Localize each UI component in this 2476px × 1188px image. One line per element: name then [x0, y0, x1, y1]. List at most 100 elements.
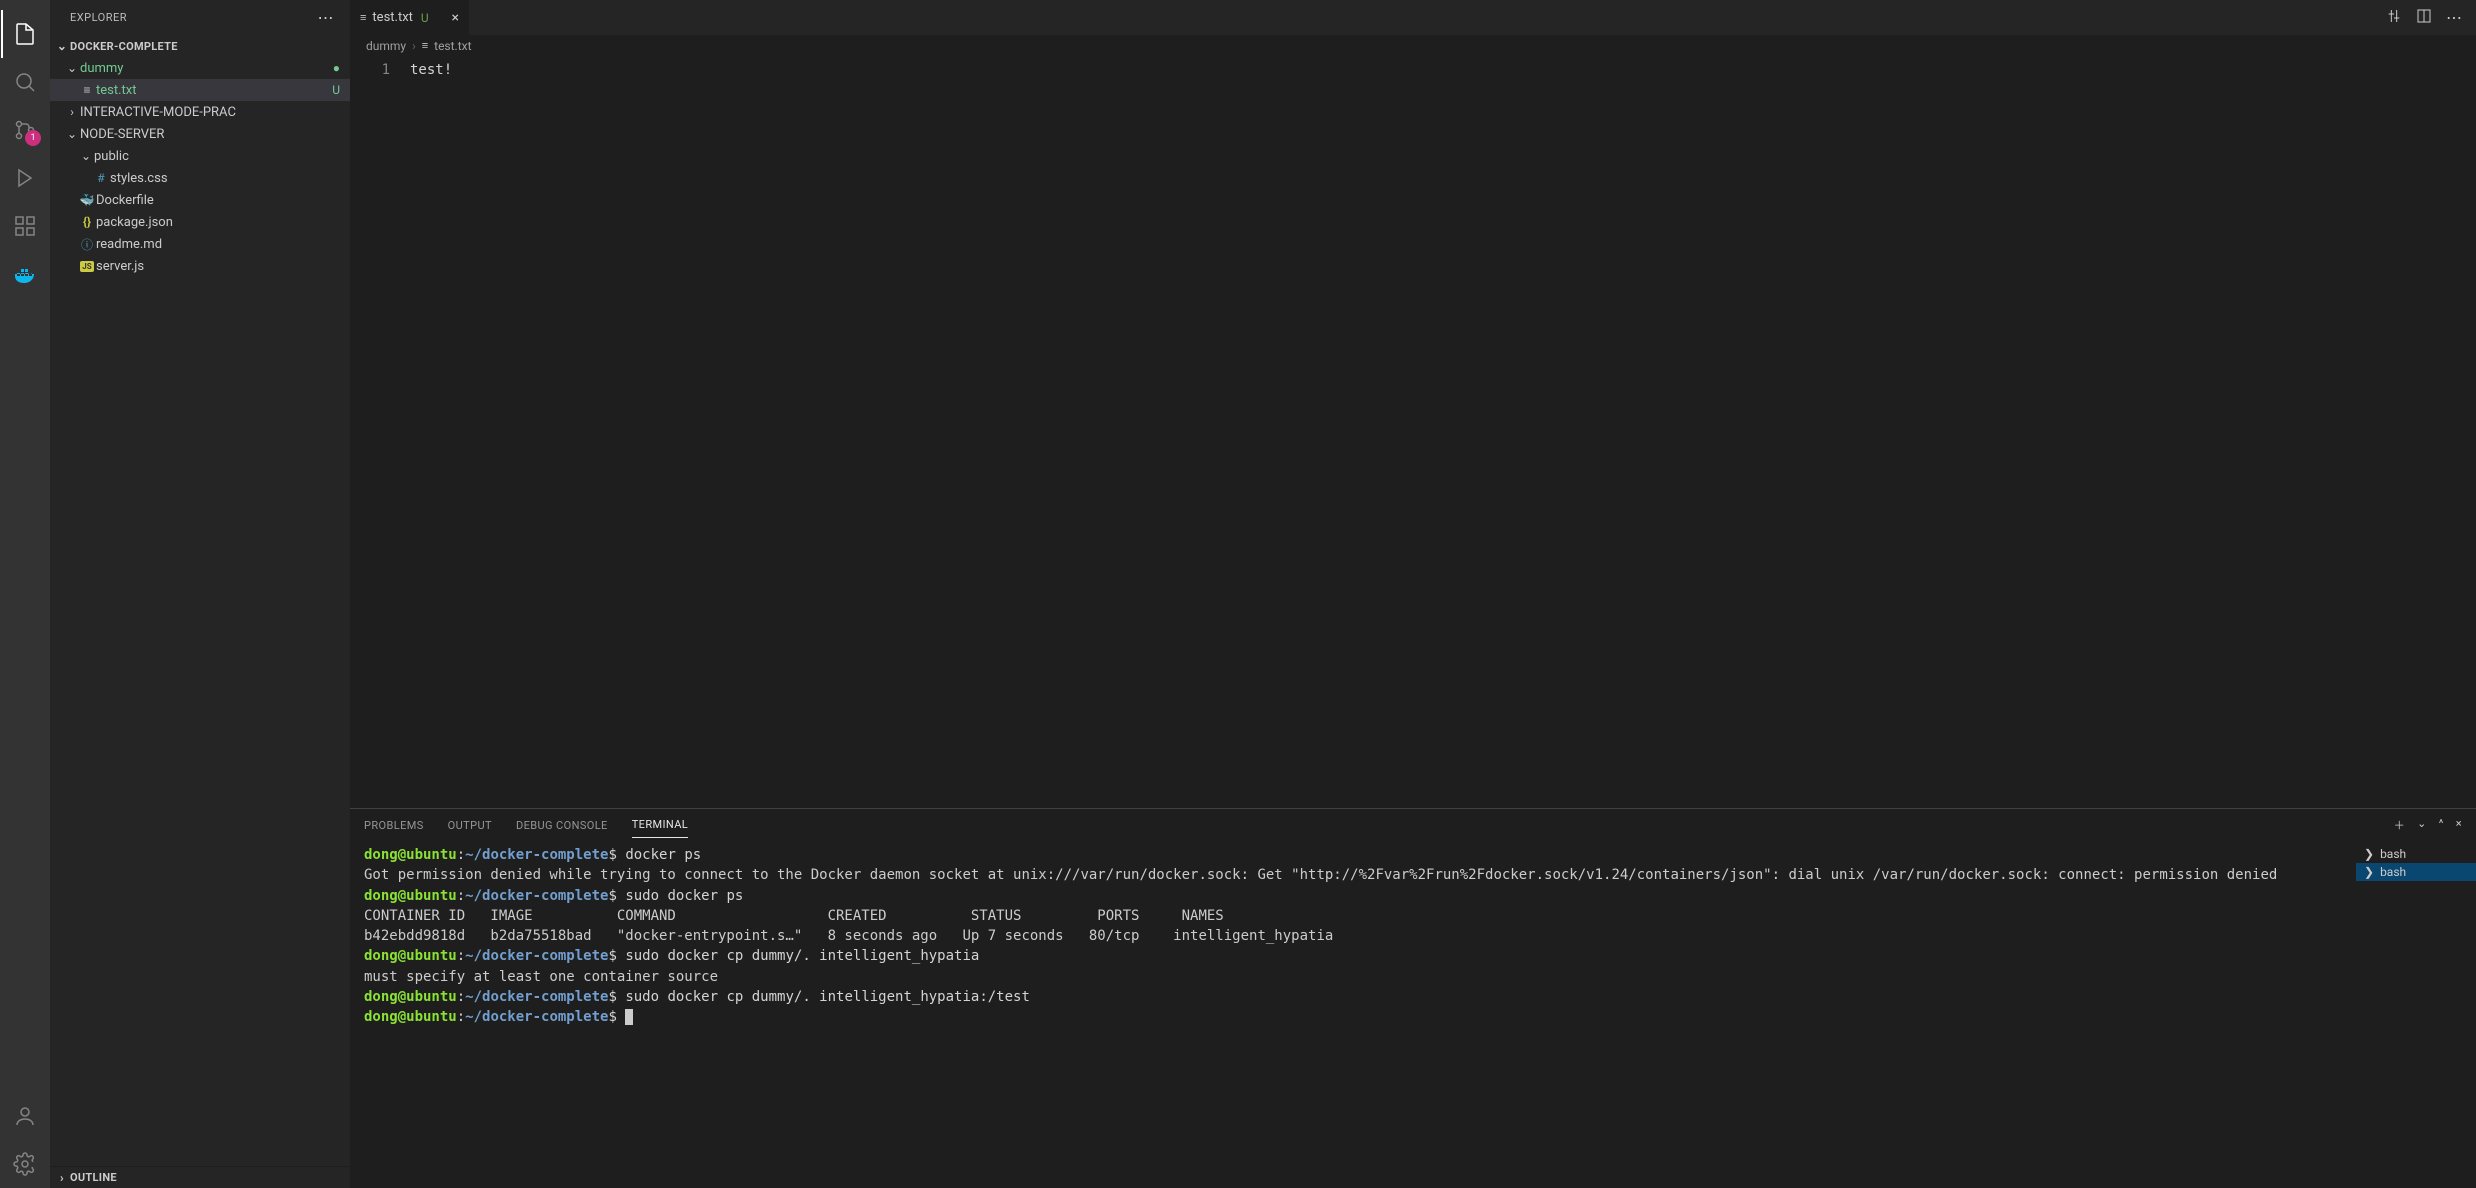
tab-terminal[interactable]: TERMINAL	[632, 812, 688, 838]
chevron-right-icon: ›	[54, 1171, 70, 1185]
file-label: readme.md	[96, 237, 340, 252]
terminal-name: bash	[2380, 865, 2406, 879]
line-number: 1	[350, 61, 390, 80]
folder-label: public	[94, 149, 340, 164]
file-label: styles.css	[110, 171, 340, 186]
terminal-list-item[interactable]: ❯ bash	[2356, 845, 2476, 863]
terminal-output: b42ebdd9818d b2da75518bad "docker-entryp…	[364, 928, 1333, 944]
terminal-view[interactable]: dong@ubuntu:~/docker-complete$ docker ps…	[350, 841, 2356, 1188]
prompt-user: dong@ubuntu	[364, 989, 457, 1005]
main-area: ≡ test.txt U × ⋯ dummy › ≡ test.txt	[350, 0, 2476, 1188]
source-control-icon[interactable]: 1	[1, 106, 49, 154]
file-package-json[interactable]: {} package.json	[50, 211, 350, 233]
tab-debug-console[interactable]: DEBUG CONSOLE	[516, 813, 608, 838]
compare-changes-icon[interactable]	[2386, 8, 2402, 28]
prompt-user: dong@ubuntu	[364, 1009, 457, 1025]
scm-badge: 1	[25, 130, 41, 146]
prompt-path: ~/docker-complete	[465, 948, 608, 964]
editor-actions: ⋯	[2372, 0, 2476, 35]
terminal-cmd: sudo docker cp dummy/. intelligent_hypat…	[617, 989, 1030, 1005]
folder-node-server[interactable]: ⌄ NODE-SERVER	[50, 123, 350, 145]
chevron-down-icon: ⌄	[54, 39, 70, 53]
more-actions-icon[interactable]: ⋯	[2446, 8, 2462, 27]
prompt-path: ~/docker-complete	[465, 847, 608, 863]
app-root: 1 EXPLORER ⋯ ⌄ DOCKER-COMPLETE	[0, 0, 2476, 1188]
chevron-right-icon: ›	[412, 39, 416, 53]
prompt-user: dong@ubuntu	[364, 888, 457, 904]
close-icon[interactable]: ×	[452, 10, 459, 26]
css-file-icon: #	[92, 171, 110, 185]
js-file-icon: JS	[78, 261, 96, 272]
git-untracked-badge: U	[332, 83, 340, 97]
settings-gear-icon[interactable]	[1, 1140, 49, 1188]
chevron-down-icon: ⌄	[78, 149, 94, 163]
sidebar-header: EXPLORER ⋯	[50, 0, 350, 35]
folder-interactive-mode-prac[interactable]: › INTERACTIVE-MODE-PRAC	[50, 101, 350, 123]
explorer-icon[interactable]	[1, 10, 49, 58]
tab-test-txt[interactable]: ≡ test.txt U ×	[350, 0, 470, 35]
breadcrumbs[interactable]: dummy › ≡ test.txt	[350, 35, 2476, 57]
bottom-panel: PROBLEMS OUTPUT DEBUG CONSOLE TERMINAL ＋…	[350, 808, 2476, 1188]
info-file-icon: ⓘ	[78, 236, 96, 253]
folder-dummy[interactable]: ⌄ dummy ●	[50, 57, 350, 79]
terminal-dropdown-icon[interactable]: ⌄	[2417, 817, 2427, 833]
split-editor-icon[interactable]	[2416, 8, 2432, 28]
panel-actions: ＋ ⌄ ^ ×	[2394, 817, 2462, 833]
editor-content[interactable]: test!	[410, 57, 2476, 808]
panel-body: dong@ubuntu:~/docker-complete$ docker ps…	[350, 841, 2476, 1188]
extensions-icon[interactable]	[1, 202, 49, 250]
prompt-path: ~/docker-complete	[465, 888, 608, 904]
maximize-panel-icon[interactable]: ^	[2439, 817, 2444, 833]
terminal-cmd: sudo docker cp dummy/. intelligent_hypat…	[617, 948, 979, 964]
prompt-path: ~/docker-complete	[465, 1009, 608, 1025]
folder-public[interactable]: ⌄ public	[50, 145, 350, 167]
git-untracked-badge: U	[421, 11, 429, 25]
docker-icon[interactable]	[1, 250, 49, 298]
terminal-list: ❯ bash ❯ bash	[2356, 841, 2476, 1188]
editor[interactable]: 1 test!	[350, 57, 2476, 808]
breadcrumb-folder[interactable]: dummy	[366, 39, 406, 53]
terminal-name: bash	[2380, 847, 2406, 861]
terminal-output: CONTAINER ID IMAGE COMMAND CREATED STATU…	[364, 908, 1224, 924]
activity-bar: 1	[0, 0, 50, 1188]
new-terminal-icon[interactable]: ＋	[2394, 817, 2405, 833]
folder-label: dummy	[80, 61, 333, 76]
docker-file-icon: 🐳	[78, 193, 96, 207]
tab-problems[interactable]: PROBLEMS	[364, 813, 424, 838]
prompt-user: dong@ubuntu	[364, 847, 457, 863]
file-test-txt[interactable]: ≡ test.txt U	[50, 79, 350, 101]
chevron-down-icon: ⌄	[64, 61, 80, 75]
accounts-icon[interactable]	[1, 1092, 49, 1140]
outline-section-header[interactable]: › OUTLINE	[50, 1166, 350, 1188]
run-debug-icon[interactable]	[1, 154, 49, 202]
tab-label: test.txt	[372, 10, 413, 25]
file-readme-md[interactable]: ⓘ readme.md	[50, 233, 350, 255]
breadcrumb-file[interactable]: test.txt	[434, 39, 471, 53]
file-styles-css[interactable]: # styles.css	[50, 167, 350, 189]
tab-output[interactable]: OUTPUT	[448, 813, 492, 838]
sidebar: EXPLORER ⋯ ⌄ DOCKER-COMPLETE ⌄ dummy ● ≡…	[50, 0, 350, 1188]
search-icon[interactable]	[1, 58, 49, 106]
terminal-shell-icon: ❯	[2364, 847, 2374, 861]
editor-line: test!	[410, 61, 2476, 80]
file-label: Dockerfile	[96, 193, 340, 208]
terminal-cmd	[617, 1009, 625, 1025]
chevron-right-icon: ›	[64, 105, 80, 119]
project-section-header[interactable]: ⌄ DOCKER-COMPLETE	[50, 35, 350, 57]
terminal-list-item[interactable]: ❯ bash	[2356, 863, 2476, 881]
close-panel-icon[interactable]: ×	[2456, 817, 2462, 833]
json-file-icon: {}	[78, 215, 96, 229]
tab-bar: ≡ test.txt U × ⋯	[350, 0, 2476, 35]
file-label: server.js	[96, 259, 340, 274]
chevron-down-icon: ⌄	[64, 127, 80, 141]
text-file-icon: ≡	[360, 11, 366, 24]
file-server-js[interactable]: JS server.js	[50, 255, 350, 277]
terminal-output: Got permission denied while trying to co…	[364, 867, 2277, 883]
sidebar-more-icon[interactable]: ⋯	[318, 8, 335, 27]
file-label: test.txt	[96, 83, 332, 98]
folder-label: INTERACTIVE-MODE-PRAC	[80, 105, 340, 120]
sidebar-title: EXPLORER	[70, 11, 127, 24]
file-label: package.json	[96, 215, 340, 230]
file-tree: ⌄ dummy ● ≡ test.txt U › INTERACTIVE-MOD…	[50, 57, 350, 1166]
file-dockerfile[interactable]: 🐳 Dockerfile	[50, 189, 350, 211]
